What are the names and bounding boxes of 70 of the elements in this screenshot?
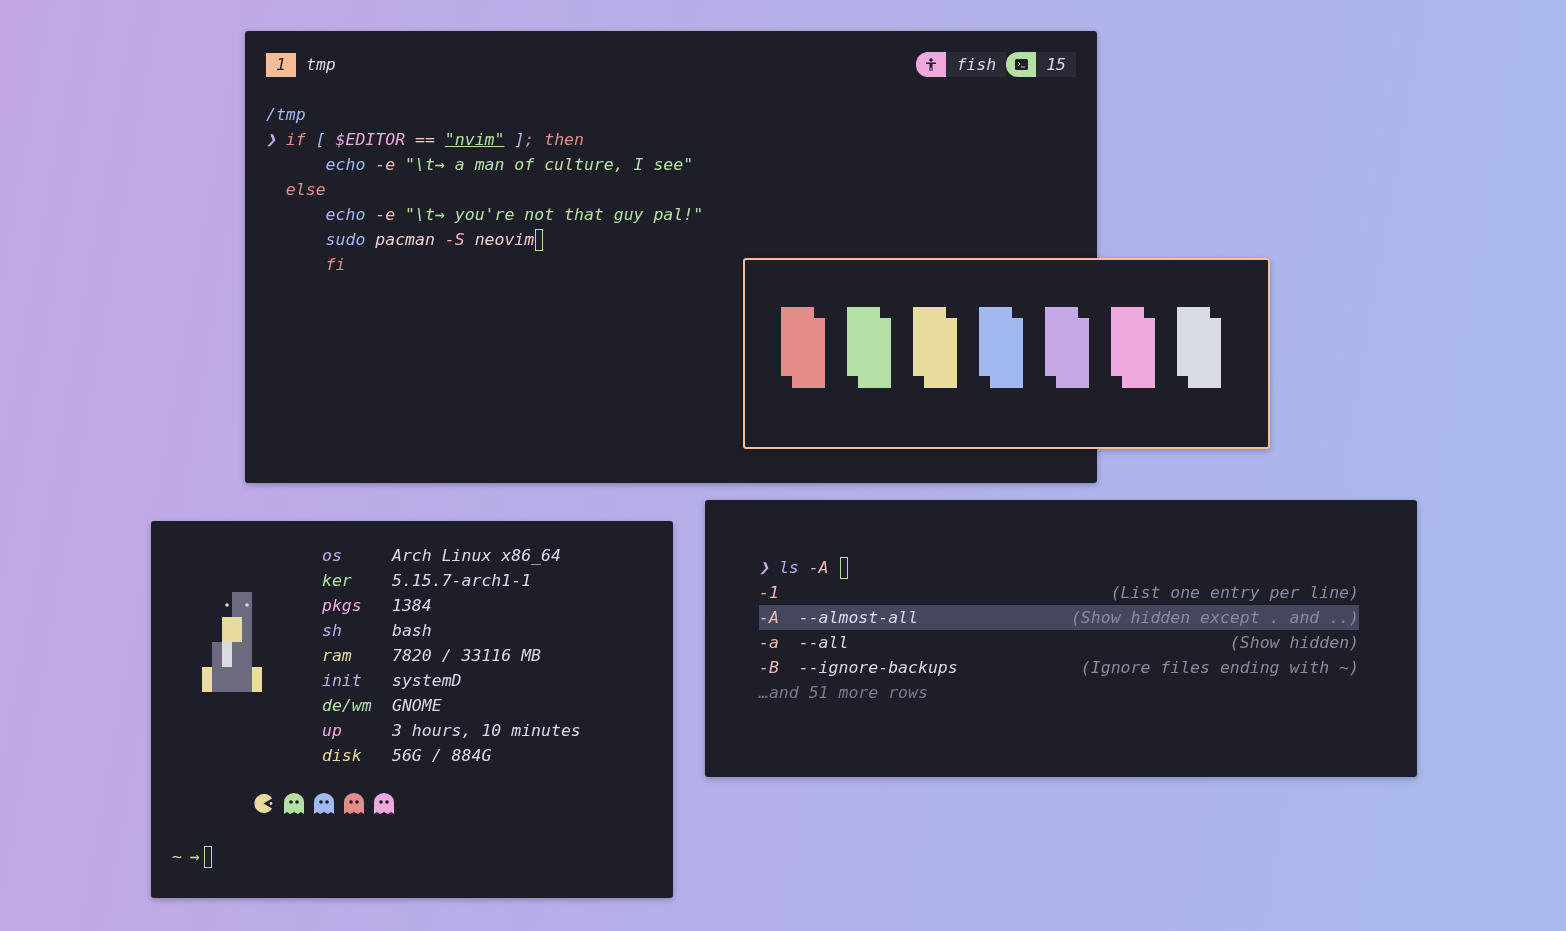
code-token: pacman (374, 229, 435, 251)
code-token: ] (513, 129, 525, 151)
info-value: bash (392, 620, 432, 642)
completion-row[interactable]: -A --almost-all (Show hidden except . and ..) (759, 605, 1359, 630)
code-token: sudo (324, 229, 366, 251)
tab-title: tmp (306, 55, 336, 74)
info-value: 7820 / 33116 MB (392, 645, 541, 667)
info-value: systemD (392, 670, 462, 692)
info-label: pkgs (322, 595, 362, 617)
option-description: (Show hidden) (1229, 632, 1359, 654)
code-token: "nvim" (444, 129, 505, 151)
info-label: sh (322, 620, 342, 642)
info-label: os (322, 545, 342, 567)
option-long-name: --ignore-backups (798, 657, 958, 679)
code-token: ; (524, 129, 535, 151)
code-token: -S (443, 229, 465, 251)
code-token: "\t→ a man of culture, I see" (404, 154, 694, 176)
completion-row[interactable]: -a --all (Show hidden) (759, 630, 1359, 655)
code-token: == (414, 129, 436, 151)
option-flag-label: -A (759, 607, 779, 629)
info-value: Arch Linux x86_64 (392, 545, 561, 567)
prompt-directory: ~ (172, 847, 182, 866)
command-name: ls (778, 557, 799, 579)
info-label: de/wm (322, 695, 372, 717)
prompt-symbol: ❯ (759, 557, 769, 579)
info-label: disk (322, 745, 362, 767)
option-description: (List one entry per line) (1110, 582, 1359, 604)
code-token: -e (374, 204, 396, 226)
option-long-name: --all (798, 632, 849, 654)
info-label: init (322, 670, 362, 692)
text-cursor (535, 228, 544, 251)
option-long-name: --almost-all (798, 607, 918, 629)
info-value: GNOME (392, 695, 442, 717)
info-label: ram (322, 645, 352, 667)
more-rows-note: …and 51 more rows (759, 682, 929, 704)
person-icon (925, 57, 938, 72)
code-token: ❯ (266, 129, 276, 151)
info-label: ker (322, 570, 352, 592)
code-token: "\t→ you're not that guy pal!" (404, 204, 704, 226)
info-label: up (322, 720, 342, 742)
cwd-path: /tmp (266, 104, 306, 126)
info-value: 5.15.7-arch1-1 (392, 570, 532, 592)
option-flag-label: -B (759, 657, 779, 679)
prompt-arrow: → (189, 847, 200, 866)
tab-number[interactable]: 1 (266, 52, 296, 77)
command-argument: -A (808, 557, 829, 579)
code-token: -e (374, 154, 396, 176)
completion-row[interactable]: -B --ignore-backups (Ignore files ending with ~) (759, 655, 1359, 680)
code-token: then (543, 129, 584, 151)
code-token: else (284, 179, 326, 201)
code-token: $EDITOR (334, 129, 406, 151)
code-token: if (284, 129, 306, 151)
code-token: neovim (473, 229, 535, 251)
option-flag-label: -1 (759, 582, 779, 604)
option-description: (Show hidden except . and ..) (1070, 607, 1359, 629)
code-token: fi (324, 254, 346, 276)
terminal-icon (1014, 59, 1028, 70)
completion-row[interactable]: -1 (List one entry per line) (759, 580, 1359, 605)
info-value: 1384 (392, 595, 432, 617)
status-label: 15 (1045, 55, 1067, 74)
code-token: echo (324, 204, 366, 226)
status-label: fish (955, 55, 998, 74)
text-cursor (839, 556, 848, 579)
info-value: 3 hours, 10 minutes (392, 720, 581, 742)
text-cursor (203, 845, 212, 868)
code-token: [ (314, 129, 326, 151)
info-value: 56G / 884G (392, 745, 492, 767)
option-description: (Ignore files ending with ~) (1080, 657, 1359, 679)
option-flag-label: -a (759, 632, 779, 654)
code-token: echo (324, 154, 366, 176)
